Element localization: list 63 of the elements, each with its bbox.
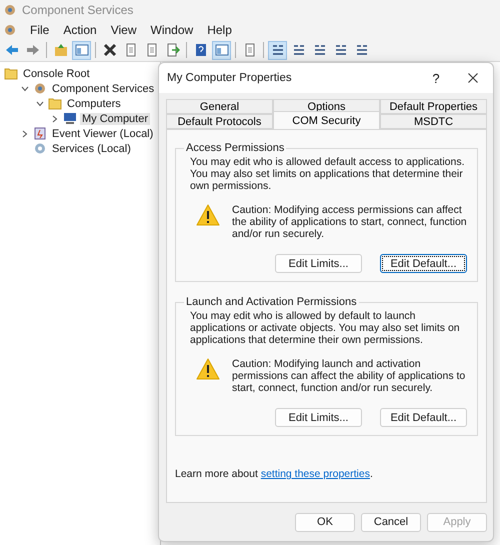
group-title: Launch and Activation Permissions xyxy=(185,296,358,308)
view-icon xyxy=(354,43,368,57)
export-icon xyxy=(166,43,180,57)
tree-item[interactable]: Component Services xyxy=(50,82,156,94)
edit-button[interactable]: Edit Limits... xyxy=(275,408,362,427)
help-button[interactable]: ? xyxy=(419,70,453,86)
dialog-button[interactable]: Cancel xyxy=(361,512,421,532)
expanded-caret-icon[interactable] xyxy=(20,86,28,92)
menu-item[interactable]: View xyxy=(110,22,136,36)
pane-icon xyxy=(214,43,228,57)
view-icon xyxy=(334,43,348,57)
close-icon xyxy=(468,73,478,83)
edit-button[interactable]: Edit Default... xyxy=(380,408,467,427)
computer-icon xyxy=(63,112,77,125)
tab[interactable]: COM Security xyxy=(273,111,380,129)
edit-button[interactable]: Edit Default... xyxy=(380,254,467,273)
document-icon xyxy=(124,43,138,57)
tree-item[interactable]: Computers xyxy=(65,98,123,110)
description-text: You may edit who is allowed default access to applications. You may also set limits on applications that determine their own permissions. xyxy=(190,156,466,192)
forward-arrow-icon xyxy=(26,43,40,57)
tab[interactable]: General xyxy=(166,99,273,114)
collapsed-caret-icon[interactable] xyxy=(22,130,28,138)
tree-item[interactable]: Console Root xyxy=(21,68,92,80)
folder-icon xyxy=(48,97,62,110)
warning-icon xyxy=(196,358,220,380)
expanded-caret-icon[interactable] xyxy=(36,100,44,106)
document-icon xyxy=(242,43,256,57)
menu-item[interactable]: File xyxy=(30,22,50,36)
menu-item[interactable]: Window xyxy=(150,22,194,36)
tab[interactable]: MSDTC xyxy=(380,114,487,129)
tab[interactable]: Default Protocols xyxy=(166,114,273,129)
tree-item[interactable]: My Computer xyxy=(80,112,150,124)
app-menu-icon[interactable] xyxy=(4,24,16,36)
learn-more-text: Learn more about setting these properties. xyxy=(175,468,374,480)
tree-item[interactable]: Event Viewer (Local) xyxy=(50,128,156,140)
description-text: You may edit who is allowed by default to launch applications or activate objects. You may also set limits on applications that determine their own permissions. xyxy=(190,310,461,346)
window-title: Component Services xyxy=(22,3,134,17)
menu-item[interactable]: Action xyxy=(63,22,97,36)
folder-up-icon xyxy=(54,43,68,57)
dialog-title: My Computer Properties xyxy=(167,72,293,84)
document-icon xyxy=(144,43,158,57)
collapsed-caret-icon[interactable] xyxy=(52,114,58,122)
edit-button[interactable]: Edit Limits... xyxy=(275,254,362,273)
view-icon xyxy=(312,43,326,57)
group-title: Access Permissions xyxy=(185,142,286,154)
help-link[interactable]: setting these properties xyxy=(260,468,370,480)
toolbar-button[interactable] xyxy=(268,40,287,60)
dialog-button[interactable]: OK xyxy=(295,512,355,532)
folder-icon xyxy=(4,67,18,80)
view-icon xyxy=(270,43,284,57)
warning-icon xyxy=(196,204,220,226)
pane-icon xyxy=(74,43,88,57)
caution-text: Caution: Modifying access permissions can affect the ability of applications to start, connect, function and/or run securely. xyxy=(232,204,468,240)
help-icon xyxy=(194,43,208,57)
tree-item[interactable]: Services (Local) xyxy=(50,142,133,154)
caution-text: Caution: Modifying launch and activation permissions can affect the ability of applications to start, connect, function and/or run securely. xyxy=(232,358,466,394)
tab[interactable]: Default Properties xyxy=(380,99,487,114)
menu-item[interactable]: Help xyxy=(207,22,232,36)
view-icon xyxy=(292,43,306,57)
event-log-icon xyxy=(33,127,47,140)
back-arrow-icon xyxy=(4,43,18,57)
app-icon xyxy=(4,4,16,16)
delete-icon xyxy=(102,43,116,57)
